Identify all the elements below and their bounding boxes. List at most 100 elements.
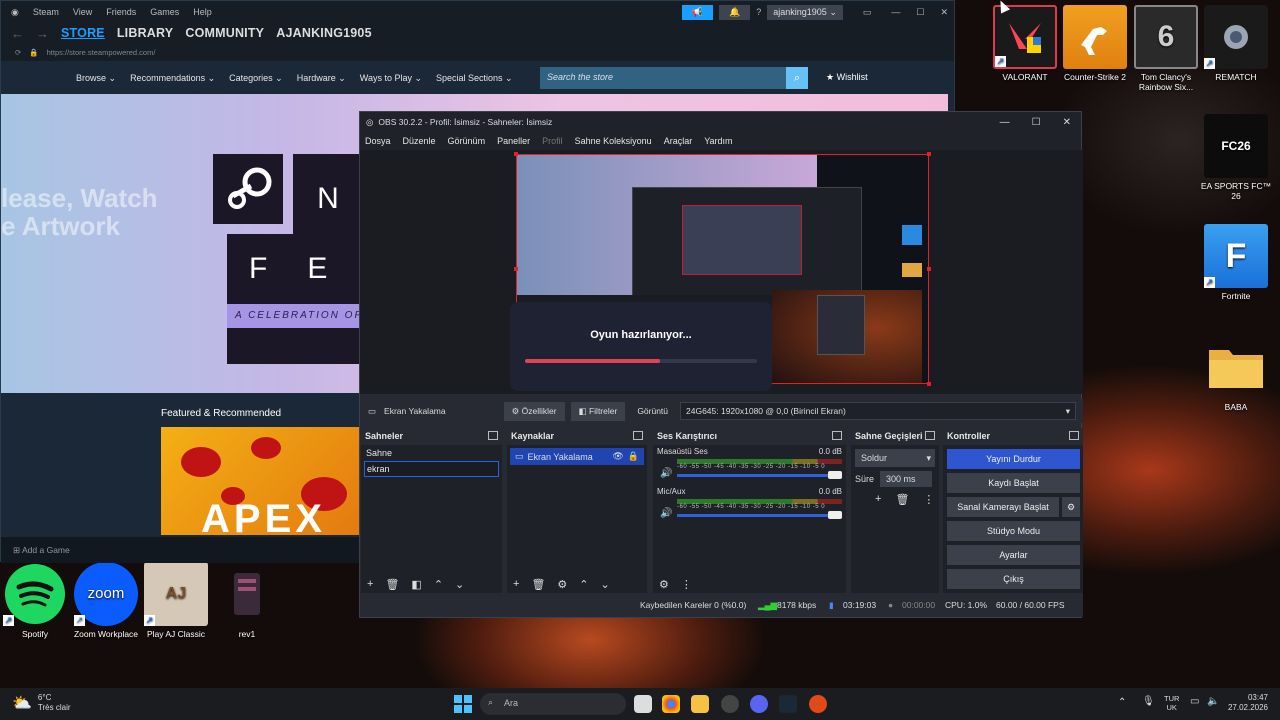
discord-icon[interactable] (750, 695, 768, 713)
desktop-icon-zoom[interactable]: zoom ↗ Zoom Workplace (68, 562, 144, 639)
close-icon[interactable]: ✕ (1063, 117, 1071, 128)
start-recording-button[interactable]: Kaydı Başlat (947, 473, 1080, 493)
desktop-icon-aj-classic[interactable]: AJ ↗ Play AJ Classic (138, 562, 214, 639)
obs-menu-scene-collection[interactable]: Sahne Koleksiyonu (575, 136, 652, 146)
desktop-icon-rev1[interactable]: rev1 (209, 562, 285, 639)
store-menu-special-sections[interactable]: Special Sections ⌄ (436, 73, 513, 84)
desktop-icon-counter-strike-2[interactable]: Counter-Strike 2 (1057, 5, 1133, 82)
desktop-icon-baba-folder[interactable]: BABA (1198, 335, 1274, 412)
undock-icon[interactable] (925, 431, 935, 440)
steam-menu-view[interactable]: View (73, 7, 92, 17)
speaker-icon[interactable]: 🔊 (660, 468, 672, 479)
undock-icon[interactable] (832, 431, 842, 440)
advanced-audio-gear-icon[interactable]: ⚙ (659, 578, 669, 591)
tab-store[interactable]: STORE (61, 26, 105, 40)
gear-icon[interactable]: ⚙ (557, 578, 567, 591)
undock-icon[interactable] (633, 431, 643, 440)
steam-menu-games[interactable]: Games (150, 7, 179, 17)
steam-taskbar-icon[interactable] (779, 695, 797, 713)
steam-menu-friends[interactable]: Friends (106, 7, 136, 17)
reload-icon[interactable]: ⟳ (15, 48, 21, 57)
minimize-icon[interactable]: — (891, 7, 900, 17)
close-icon[interactable]: ✕ (940, 7, 948, 18)
speaker-icon[interactable]: 🔊 (660, 508, 672, 519)
obs-menu-profile[interactable]: Profil (542, 136, 563, 146)
desktop-icon-rematch[interactable]: ↗ REMATCH (1198, 5, 1274, 82)
obs-menu-file[interactable]: Dosya (365, 136, 391, 146)
obs-taskbar-icon[interactable] (721, 695, 739, 713)
undock-icon[interactable] (488, 431, 498, 440)
scene-item-selected[interactable]: ekran (364, 461, 499, 477)
display-select[interactable]: 24G645: 1920x1080 @ 0,0 (Birincil Ekran)… (680, 402, 1076, 420)
forward-arrow-icon[interactable]: → (36, 26, 49, 41)
store-menu-categories[interactable]: Categories ⌄ (229, 73, 283, 84)
settings-button[interactable]: Ayarlar (947, 545, 1080, 565)
desktop-icon-rainbow-six[interactable]: 6 Tom Clancy's Rainbow Six... (1128, 5, 1204, 92)
trash-icon[interactable]: 🗑 (531, 578, 545, 591)
search-icon[interactable]: ⌕ (786, 67, 808, 89)
obs-menu-tools[interactable]: Araçlar (664, 136, 693, 146)
maximize-icon[interactable]: ☐ (916, 7, 924, 18)
wishlist-link[interactable]: ★ Wishlist (826, 72, 868, 83)
stop-streaming-button[interactable]: Yayını Durdur (947, 449, 1080, 469)
properties-button[interactable]: ⚙ Özellikler (503, 401, 565, 421)
network-icon[interactable]: ▭ (1190, 696, 1199, 707)
trash-icon[interactable]: 🗑 (385, 578, 399, 591)
account-menu[interactable]: ajanking1905 ⌄ (767, 4, 843, 20)
virtual-camera-gear-icon[interactable]: ⚙ (1062, 497, 1080, 517)
start-virtual-camera-button[interactable]: Sanal Kamerayı Başlat (947, 497, 1059, 517)
desktop-icon-spotify[interactable]: ↗ Spotify (0, 562, 73, 639)
tab-library[interactable]: LIBRARY (117, 26, 174, 40)
obs-menu-docks[interactable]: Paneller (497, 136, 530, 146)
ea-app-icon[interactable] (809, 695, 827, 713)
language-indicator[interactable]: TUR UK (1164, 694, 1179, 712)
desktop-icon-fortnite[interactable]: F ↗ Fortnite (1198, 224, 1274, 301)
big-picture-icon[interactable]: ▭ (863, 7, 872, 18)
store-menu-recommendations[interactable]: Recommendations ⌄ (130, 73, 215, 84)
start-windows-icon[interactable] (454, 695, 472, 713)
url-text[interactable]: https://store.steampowered.com/ (47, 48, 156, 57)
featured-apex-capsule[interactable]: APEX (161, 427, 359, 535)
transition-select[interactable]: Soldur ▾ (855, 449, 935, 467)
filters-button[interactable]: ◧ Filtreler (570, 401, 626, 421)
microphone-icon[interactable]: 🎙 (1142, 696, 1155, 707)
visibility-eye-icon[interactable]: 👁 (612, 451, 623, 462)
chrome-icon[interactable] (662, 695, 680, 713)
help-icon[interactable]: ? (756, 7, 761, 17)
maximize-icon[interactable]: ☐ (1032, 117, 1041, 128)
studio-mode-button[interactable]: Stüdyo Modu (947, 521, 1080, 541)
source-item[interactable]: ▭ Ekran Yakalama 👁 🔒 (510, 448, 644, 465)
desktop-icon-ea-fc26[interactable]: FC26 EA SPORTS FC™ 26 (1198, 114, 1274, 201)
move-up-icon[interactable]: ⌃ (579, 578, 588, 591)
store-search-input[interactable]: Search the store (540, 67, 786, 89)
volume-slider[interactable] (677, 511, 842, 519)
tray-chevron-icon[interactable]: ⌃ (1118, 697, 1126, 708)
more-options-icon[interactable]: ⋮ (923, 493, 934, 506)
add-icon[interactable]: + (513, 578, 519, 590)
obs-menu-edit[interactable]: Düzenle (403, 136, 436, 146)
file-explorer-icon[interactable] (691, 695, 709, 713)
duration-input[interactable]: 300 ms (880, 471, 933, 487)
add-icon[interactable]: + (875, 493, 881, 506)
minimize-icon[interactable]: — (1000, 117, 1010, 128)
tab-community[interactable]: COMMUNITY (185, 26, 264, 40)
move-down-icon[interactable]: ⌄ (601, 578, 610, 591)
add-game-button[interactable]: ⊞ Add a Game (1, 537, 361, 563)
tab-profile[interactable]: AJANKING1905 (276, 26, 372, 40)
more-options-icon[interactable]: ⋮ (681, 578, 692, 591)
desktop-icon-valorant[interactable]: ↗ VALORANT (987, 5, 1063, 82)
notifications-bell-icon[interactable]: 🔔 (719, 4, 751, 20)
trash-icon[interactable]: 🗑 (895, 493, 909, 506)
move-down-icon[interactable]: ⌄ (455, 578, 464, 591)
announcements-icon[interactable]: 📢 (681, 4, 714, 20)
move-up-icon[interactable]: ⌃ (434, 578, 443, 591)
store-menu-browse[interactable]: Browse ⌄ (76, 73, 116, 84)
undock-icon[interactable] (1069, 431, 1079, 440)
weather-widget[interactable]: ⛅ 6°C Très clair (12, 693, 71, 713)
volume-slider[interactable] (677, 471, 842, 479)
clock[interactable]: 03:47 27.02.2026 (1226, 693, 1268, 713)
task-view-icon[interactable] (634, 695, 652, 713)
store-menu-ways-to-play[interactable]: Ways to Play ⌄ (360, 73, 422, 84)
add-icon[interactable]: + (367, 578, 373, 590)
exit-button[interactable]: Çıkış (947, 569, 1080, 589)
